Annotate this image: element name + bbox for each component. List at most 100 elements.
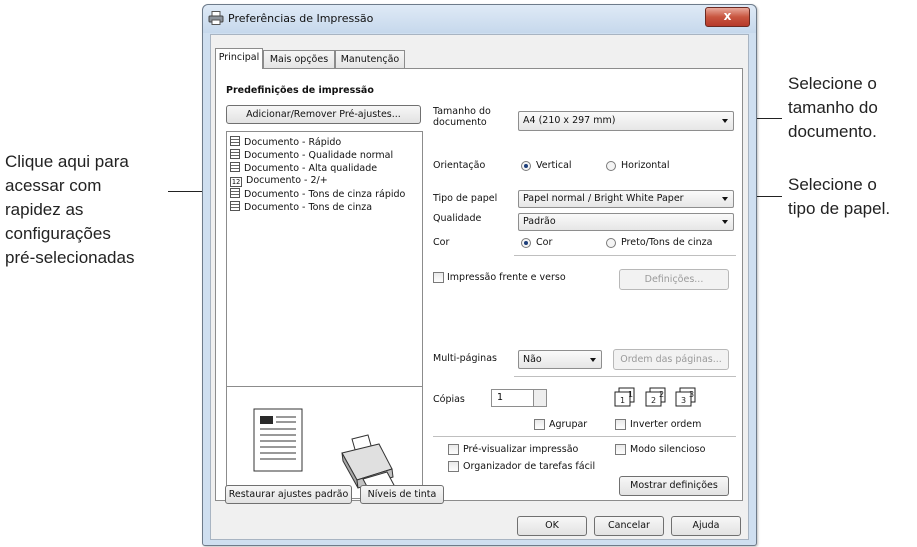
print-preview-label: Pré-visualizar impressão [463, 444, 579, 455]
multipage-value: Não [523, 354, 542, 365]
quality-value: Padrão [523, 216, 556, 227]
orientation-horizontal-radio[interactable] [606, 161, 616, 171]
list-item[interactable]: Documento - Tons de cinza [230, 201, 372, 213]
document-icon [230, 201, 240, 211]
preset-label: Documento - Qualidade normal [244, 150, 394, 161]
tab-mais-opcoes[interactable]: Mais opções [263, 50, 335, 68]
duplex-checkbox[interactable] [433, 272, 444, 283]
preset-label: Documento - 2/+ [246, 175, 328, 186]
show-settings-button[interactable]: Mostrar definições [619, 476, 729, 496]
duplex-settings-button[interactable]: Definições... [619, 269, 729, 290]
window-title: Preferências de Impressão [228, 12, 374, 25]
copies-value: 1 [497, 392, 504, 403]
callout-line-5: pré-selecionadas [5, 248, 135, 267]
add-remove-presets-button[interactable]: Adicionar/Remover Pré-ajustes... [226, 105, 421, 124]
duplex-label: Impressão frente e verso [447, 272, 566, 283]
tab-principal[interactable]: Principal [215, 48, 263, 69]
ink-levels-button[interactable]: Níveis de tinta [360, 485, 444, 504]
orientation-vertical-radio[interactable] [521, 161, 531, 171]
callout-line-4: configurações [5, 224, 111, 243]
ok-button[interactable]: OK [517, 516, 587, 536]
orientation-horizontal-label: Horizontal [621, 160, 670, 171]
page-preview-icon [253, 408, 303, 472]
two-pages-icon: 12 [230, 177, 242, 187]
color-radio[interactable] [521, 238, 531, 248]
chevron-down-icon [590, 357, 596, 362]
printer-icon [208, 11, 224, 25]
document-icon [230, 188, 240, 198]
color-option-label: Cor [536, 237, 553, 248]
page-order-button[interactable]: Ordem das páginas... [613, 349, 729, 370]
callout-line-3: documento. [788, 122, 877, 141]
doc-size-select[interactable]: A4 (210 x 297 mm) [518, 111, 734, 131]
svg-text:3: 3 [681, 396, 686, 405]
quiet-mode-label: Modo silencioso [630, 444, 706, 455]
close-button[interactable]: x [705, 7, 750, 27]
list-item[interactable]: Documento - Qualidade normal [230, 149, 393, 161]
paper-type-select[interactable]: Papel normal / Bright White Paper [518, 190, 734, 208]
chevron-down-icon [722, 119, 728, 123]
title-bar[interactable]: Preferências de Impressão x [203, 5, 756, 33]
callout-doc-size: Selecione o tamanho do documento. [788, 72, 878, 144]
doc-size-value: A4 (210 x 297 mm) [523, 115, 616, 126]
doc-size-label: Tamanho do documento [433, 106, 491, 128]
collate-label: Agrupar [549, 419, 588, 430]
orientation-label: Orientação [433, 160, 486, 171]
divider [514, 376, 736, 377]
print-preferences-window: Preferências de Impressão x Principal Ma… [202, 4, 757, 546]
list-item[interactable]: Documento - Rápido [230, 136, 341, 148]
grayscale-radio[interactable] [606, 238, 616, 248]
paper-type-label: Tipo de papel [433, 193, 498, 204]
preset-label: Documento - Tons de cinza rápido [244, 189, 406, 200]
callout-line-2: acessar com [5, 176, 102, 195]
restore-defaults-button[interactable]: Restaurar ajustes padrão [225, 485, 352, 504]
svg-text:2: 2 [659, 390, 664, 399]
list-item[interactable]: 12 Documento - 2/+ [230, 175, 328, 187]
tab-manutencao[interactable]: Manutenção [335, 50, 405, 68]
document-icon [230, 162, 240, 172]
svg-text:1: 1 [628, 390, 633, 399]
quality-select[interactable]: Padrão [518, 213, 734, 231]
copies-input[interactable]: 1 [491, 389, 547, 407]
callout-line-2: tipo de papel. [788, 199, 891, 218]
reverse-order-label: Inverter ordem [630, 419, 702, 430]
callout-line-2: tamanho do [788, 98, 878, 117]
quiet-mode-checkbox[interactable] [615, 444, 626, 455]
print-preview-box [226, 386, 423, 499]
multipage-select[interactable]: Não [518, 350, 602, 369]
callout-paper-type: Selecione o tipo de papel. [788, 173, 890, 221]
svg-text:3: 3 [689, 390, 694, 399]
preset-label: Documento - Alta qualidade [244, 163, 378, 174]
grayscale-option-label: Preto/Tons de cinza [621, 237, 713, 248]
reverse-order-checkbox[interactable] [615, 419, 626, 430]
collate-pages-icon: 11 22 33 [614, 387, 696, 407]
print-preview-checkbox[interactable] [448, 444, 459, 455]
divider [514, 255, 736, 256]
cancel-button[interactable]: Cancelar [594, 516, 664, 536]
document-icon [230, 149, 240, 159]
callout-line-1: Selecione o [788, 175, 877, 194]
list-item[interactable]: Documento - Alta qualidade [230, 162, 377, 174]
tab-panel-principal: Predefinições de impressão Adicionar/Rem… [215, 68, 743, 501]
preset-label: Documento - Tons de cinza [244, 202, 373, 213]
help-button[interactable]: Ajuda [671, 516, 741, 536]
spinner-arrows-icon[interactable] [533, 390, 546, 406]
callout-line-1: Selecione o [788, 74, 877, 93]
callout-line-1: Clique aqui para [5, 152, 129, 171]
dialog-client: Principal Mais opções Manutenção Predefi… [210, 34, 749, 540]
copies-label: Cópias [433, 394, 465, 405]
multipage-label: Multi-páginas [433, 353, 497, 364]
callout-presets: Clique aqui para acessar com rapidez as … [5, 150, 134, 270]
divider [433, 436, 736, 437]
collate-checkbox[interactable] [534, 419, 545, 430]
callout-line-3: rapidez as [5, 200, 84, 219]
presets-list[interactable]: Documento - Rápido Documento - Qualidade… [226, 131, 423, 387]
paper-type-value: Papel normal / Bright White Paper [523, 193, 684, 204]
list-item[interactable]: Documento - Tons de cinza rápido [230, 188, 405, 200]
quality-label: Qualidade [433, 213, 482, 224]
svg-text:2: 2 [651, 396, 656, 405]
chevron-down-icon [722, 197, 728, 201]
task-organizer-checkbox[interactable] [448, 461, 459, 472]
orientation-vertical-label: Vertical [536, 160, 572, 171]
page-preview-illustration [253, 408, 396, 495]
